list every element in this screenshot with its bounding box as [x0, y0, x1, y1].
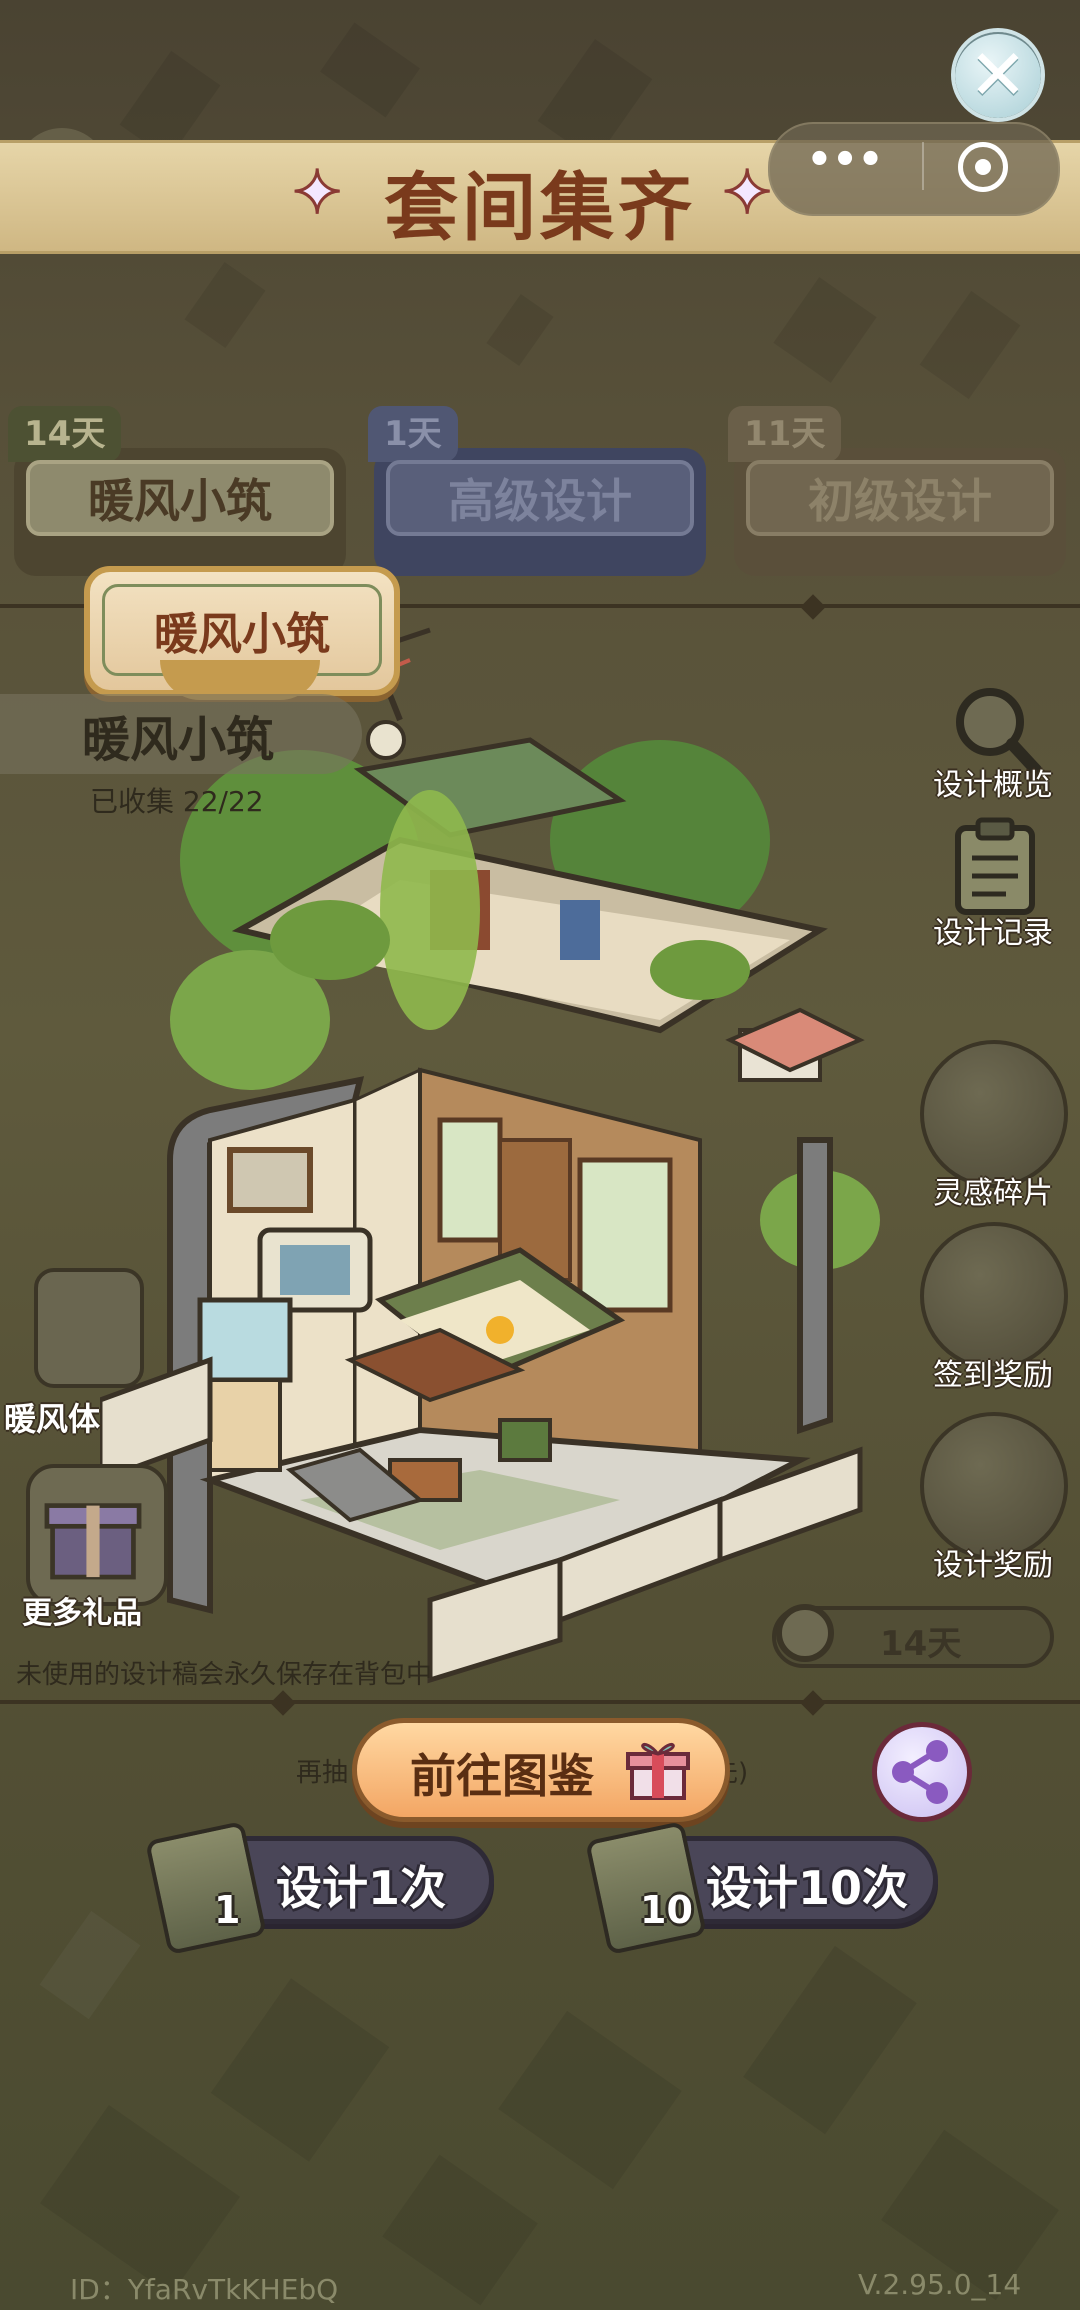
clipboard-icon[interactable]: [950, 816, 1040, 916]
tab-advanced-design[interactable]: 1天 高级设计: [368, 406, 706, 576]
records-label[interactable]: 设计记录: [908, 908, 1078, 952]
checkin-label[interactable]: 签到奖励: [908, 1350, 1078, 1394]
redraw-hint: 再抽: [296, 1758, 349, 1788]
fragments-label[interactable]: 灵感碎片: [908, 1168, 1078, 1212]
capsule-divider: [922, 142, 924, 190]
tab-warm-cottage[interactable]: 14天 暖风小筑: [8, 406, 346, 576]
share-icon: [892, 1740, 948, 1804]
tab-label: 暖风小筑: [26, 460, 334, 536]
sparkle-icon: ✦: [290, 157, 343, 230]
target-icon[interactable]: [958, 142, 1008, 192]
goto-collection-label[interactable]: 前往图鉴: [410, 1740, 594, 1806]
timer-text: 14天: [880, 1624, 962, 1664]
clock-icon: [776, 1604, 834, 1662]
design-once-count: 1: [214, 1888, 241, 1932]
design-ten-count: 10: [640, 1888, 693, 1932]
divider: [0, 1700, 1080, 1704]
tab-label: 高级设计: [386, 460, 694, 536]
more-icon[interactable]: •••: [800, 140, 890, 190]
version-label: V.2.95.0_14: [858, 2268, 1022, 2301]
share-button[interactable]: [872, 1722, 972, 1822]
tab-days-badge: 1天: [368, 406, 458, 462]
tab-label: 初级设计: [746, 460, 1054, 536]
close-icon: ✕: [968, 34, 1028, 116]
gift-icon[interactable]: [26, 1464, 168, 1606]
tab-basic-design[interactable]: 11天 初级设计: [728, 406, 1066, 576]
warm-package-icon[interactable]: [34, 1268, 144, 1388]
tab-days-badge: 11天: [728, 406, 842, 462]
tab-days-badge: 14天: [8, 406, 122, 462]
reward-label[interactable]: 设计奖励: [908, 1540, 1078, 1584]
warm-label[interactable]: 暖风体: [4, 1394, 100, 1440]
gift-icon: [626, 1743, 690, 1800]
calendar-icon[interactable]: [920, 1222, 1068, 1370]
storage-note: 未使用的设计稿会永久保存在背包中: [16, 1660, 433, 1690]
design-ten-label[interactable]: 设计10次: [706, 1852, 908, 1918]
plant-icon[interactable]: [920, 1412, 1068, 1560]
collected-count: 已收集 22/22: [90, 785, 264, 818]
design-once-label[interactable]: 设计1次: [276, 1852, 446, 1918]
map-icon[interactable]: [920, 1040, 1068, 1188]
sparkle-icon: ✦: [720, 157, 773, 230]
suite-name: 暖风小筑: [82, 712, 275, 768]
overview-label[interactable]: 设计概览: [908, 760, 1078, 804]
close-button[interactable]: ✕: [955, 32, 1041, 118]
more-gifts-label[interactable]: 更多礼品: [22, 1588, 142, 1632]
user-id: ID：YfaRvTkKHEbQ: [70, 2273, 339, 2306]
